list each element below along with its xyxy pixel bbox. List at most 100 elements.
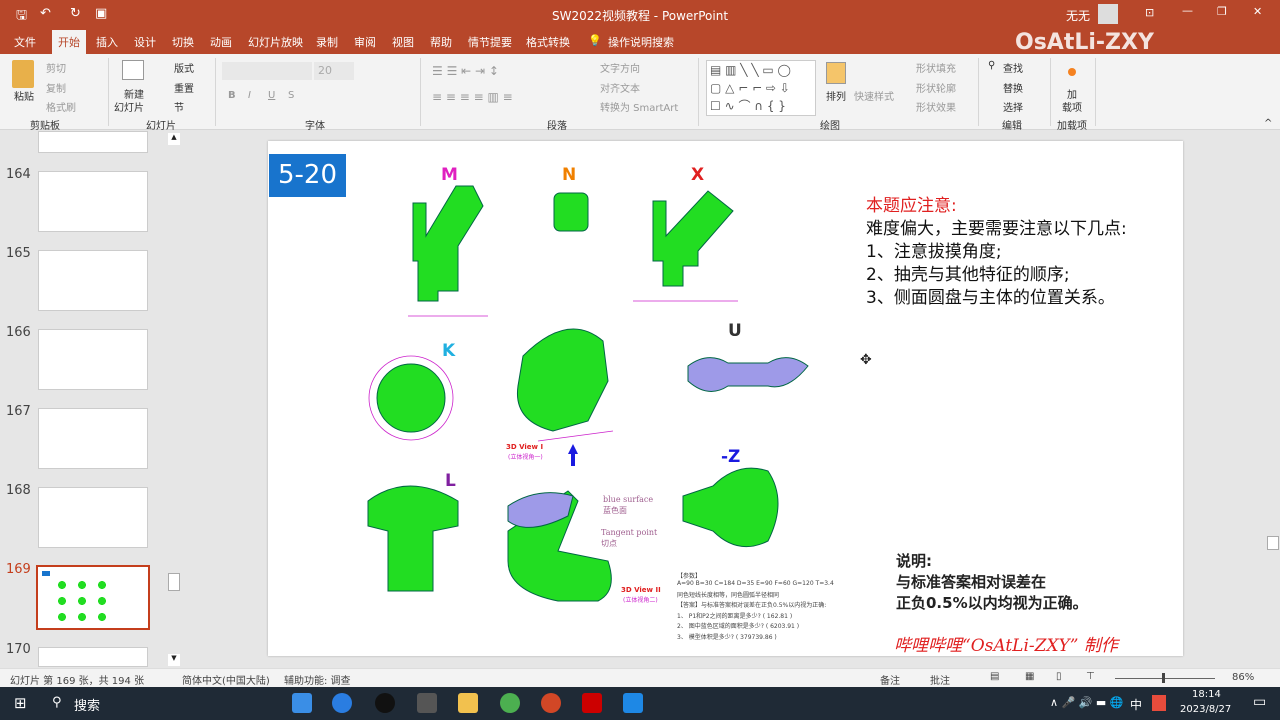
powerpoint-icon[interactable] bbox=[541, 693, 561, 713]
smartart-button[interactable]: 转换为 SmartArt bbox=[600, 99, 678, 114]
reading-view-icon[interactable]: ▯ bbox=[1056, 671, 1062, 682]
cut-button[interactable]: 剪切 bbox=[46, 60, 66, 75]
new-slide-icon[interactable] bbox=[122, 60, 144, 80]
explain-line: 与标准答案相对误差在 bbox=[896, 573, 1047, 591]
clock-time[interactable]: 18:14 bbox=[1192, 689, 1221, 700]
tab-help[interactable]: 帮助 bbox=[430, 34, 452, 50]
slide-scrollbar[interactable] bbox=[1267, 131, 1279, 668]
slideshow-icon[interactable]: ⊤ bbox=[1086, 671, 1095, 682]
tab-design[interactable]: 设计 bbox=[134, 34, 156, 50]
format-painter-button[interactable]: 格式刷 bbox=[46, 99, 76, 114]
taskview-icon[interactable] bbox=[292, 693, 312, 713]
solidworks-icon[interactable] bbox=[582, 693, 602, 713]
calculator-icon[interactable] bbox=[417, 693, 437, 713]
paragraph-group-label: 段落 bbox=[547, 121, 567, 132]
windows-start-icon[interactable]: ⊞ bbox=[14, 694, 27, 712]
tab-slideshow[interactable]: 幻灯片放映 bbox=[248, 34, 303, 50]
slide-thumbnail[interactable] bbox=[38, 250, 148, 311]
reset-button[interactable]: 重置 bbox=[174, 80, 194, 95]
slide-thumbnail[interactable] bbox=[38, 487, 148, 548]
tab-storyboard[interactable]: 情节提要 bbox=[468, 34, 512, 50]
shape-outline-button[interactable]: 形状轮廓 bbox=[916, 80, 956, 95]
paste-button[interactable]: 粘贴 bbox=[14, 88, 34, 103]
zoom-slider[interactable] bbox=[1115, 673, 1215, 683]
slide-thumbnail-selected[interactable] bbox=[36, 565, 150, 630]
tell-me-search[interactable]: 操作说明搜索 bbox=[608, 34, 674, 50]
layout-button[interactable]: 版式 bbox=[174, 60, 194, 75]
new-slide-label[interactable]: 幻灯片 bbox=[114, 99, 144, 114]
tray-icons[interactable]: ∧ 🎤 🔊 ▬ 🌐 bbox=[1050, 696, 1124, 709]
restore-button[interactable]: ❐ bbox=[1217, 5, 1227, 18]
tab-format-convert[interactable]: 格式转换 bbox=[526, 34, 570, 50]
comments-button[interactable]: 批注 bbox=[930, 672, 950, 687]
slide-thumbnail[interactable] bbox=[38, 408, 148, 469]
tab-insert[interactable]: 插入 bbox=[96, 34, 118, 50]
align-text-button[interactable]: 对齐文本 bbox=[600, 80, 640, 95]
minimize-button[interactable]: — bbox=[1182, 4, 1193, 17]
thumbnail-scrollbar[interactable]: ▲ ▼ bbox=[168, 133, 180, 666]
tab-record[interactable]: 录制 bbox=[316, 34, 338, 50]
notification-icon[interactable]: ▭ bbox=[1253, 694, 1266, 710]
view1-label: 3D View I bbox=[506, 443, 544, 451]
shape-effects-button[interactable]: 形状效果 bbox=[916, 99, 956, 114]
notes-button[interactable]: 备注 bbox=[880, 672, 900, 687]
copy-button[interactable]: 复制 bbox=[46, 80, 66, 95]
tab-review[interactable]: 审阅 bbox=[354, 34, 376, 50]
quick-styles-button[interactable]: 快速样式 bbox=[854, 88, 894, 103]
tab-home[interactable]: 开始 bbox=[52, 30, 86, 56]
replace-button[interactable]: 替换 bbox=[1003, 80, 1023, 95]
view-label-x: X bbox=[691, 165, 705, 185]
qq-icon[interactable] bbox=[375, 693, 395, 713]
slide-thumbnail[interactable] bbox=[38, 171, 148, 232]
section-button[interactable]: 节 bbox=[174, 99, 184, 114]
underline-button[interactable]: U bbox=[268, 90, 275, 101]
tab-view[interactable]: 视图 bbox=[392, 34, 414, 50]
slide-thumbnail[interactable] bbox=[38, 131, 148, 153]
paste-icon[interactable] bbox=[12, 60, 34, 88]
bold-button[interactable]: B bbox=[228, 90, 236, 101]
clock-date[interactable]: 2023/8/27 bbox=[1180, 704, 1231, 715]
find-button[interactable]: 查找 bbox=[1003, 60, 1023, 75]
drawing-group-label: 绘图 bbox=[820, 121, 840, 132]
tab-transitions[interactable]: 切换 bbox=[172, 34, 194, 50]
font-size-box[interactable]: 20 bbox=[314, 62, 354, 80]
shape-fill-button[interactable]: 形状填充 bbox=[916, 60, 956, 75]
arrange-icon[interactable] bbox=[826, 62, 846, 84]
select-button[interactable]: 选择 bbox=[1003, 99, 1023, 114]
tab-animations[interactable]: 动画 bbox=[210, 34, 232, 50]
collapse-ribbon-icon[interactable]: ^ bbox=[1264, 118, 1272, 129]
input-method-icon[interactable] bbox=[1152, 695, 1166, 711]
slide-canvas[interactable]: 5-20 M N X K U L -Z 3D View I (立体视角一) 3D… bbox=[268, 141, 1183, 656]
ribbon-display-icon[interactable]: ⊡ bbox=[1145, 6, 1154, 19]
font-group-label: 字体 bbox=[305, 121, 325, 132]
arrange-button[interactable]: 排列 bbox=[826, 88, 846, 103]
italic-button[interactable]: I bbox=[248, 90, 251, 101]
shadow-button[interactable]: S bbox=[288, 90, 294, 101]
file-explorer-icon[interactable] bbox=[458, 693, 478, 713]
ime-indicator[interactable]: 中 bbox=[1130, 696, 1142, 713]
clipboard-group-label: 剪贴板 bbox=[30, 121, 60, 132]
shapes-gallery[interactable]: ▤ ▥ ╲ ╲ ▭ ◯ ▢ △ ⌐ ⌐ ⇨ ⇩ ☐ ∿ ⌒ ∩ { } bbox=[706, 60, 816, 116]
align-icons[interactable]: ≡ ≡ ≡ ≡ ▥ ≡ bbox=[432, 90, 513, 104]
photos-icon[interactable] bbox=[623, 693, 643, 713]
language[interactable]: 简体中文(中国大陆) bbox=[182, 672, 270, 687]
slide-sorter-icon[interactable]: ▦ bbox=[1025, 671, 1034, 682]
font-name-box[interactable] bbox=[222, 62, 312, 80]
tangent-point-label-cn: 切点 bbox=[601, 539, 617, 548]
slide-thumbnail[interactable] bbox=[38, 647, 148, 667]
taskbar-search[interactable]: 搜索 bbox=[74, 695, 100, 714]
slide-thumbnail[interactable] bbox=[38, 329, 148, 390]
avatar[interactable] bbox=[1098, 4, 1118, 24]
zoom-level[interactable]: 86% bbox=[1232, 672, 1254, 683]
normal-view-icon[interactable]: ▤ bbox=[990, 671, 999, 682]
tab-file[interactable]: 文件 bbox=[14, 34, 36, 50]
thumbnail-number: 169 bbox=[6, 562, 31, 577]
cloud-app-icon[interactable] bbox=[332, 693, 352, 713]
close-button[interactable]: ✕ bbox=[1253, 5, 1262, 18]
addins-label[interactable]: 载项 bbox=[1062, 99, 1082, 114]
accessibility[interactable]: 辅助功能: 调查 bbox=[284, 672, 351, 687]
bullets-icon[interactable]: ☰ ☰ ⇤ ⇥ ↕ bbox=[432, 64, 499, 78]
text-direction-button[interactable]: 文字方向 bbox=[600, 60, 640, 75]
question: 2、 图中蓝色区域的面积是多少? ( 6203.91 ) bbox=[677, 623, 800, 630]
chrome-icon[interactable] bbox=[500, 693, 520, 713]
